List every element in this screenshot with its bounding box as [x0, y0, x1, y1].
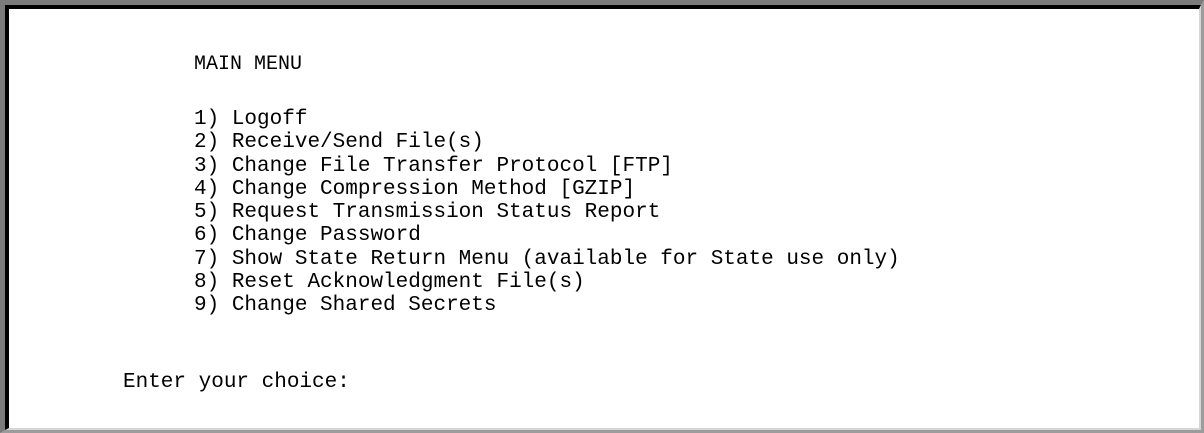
menu-item-number: 5) [194, 201, 220, 225]
menu-item-label: Receive/Send File(s) [231, 131, 484, 155]
choice-prompt: Enter your choice: [123, 371, 374, 394]
menu-item-number: 1) [194, 108, 220, 131]
menu-item-state-return-menu[interactable]: 7) Show State Return Menu (available for… [194, 248, 900, 271]
menu-item-number: 8) [194, 271, 220, 295]
menu-item-label: Change Password [231, 224, 421, 248]
menu-item-number: 3) [194, 154, 220, 178]
menu-item-number: 4) [194, 177, 220, 201]
menu-item-number: 6) [194, 224, 220, 248]
menu-item-number: 9) [194, 294, 220, 318]
menu-item-label: Logoff [231, 108, 308, 131]
menu-item-change-protocol[interactable]: 3) Change File Transfer Protocol [FTP] [194, 155, 900, 178]
menu-list: 1) Logoff 2) Receive/Send File(s) 3) Cha… [194, 108, 900, 318]
menu-item-receive-send-files[interactable]: 2) Receive/Send File(s) [194, 131, 900, 154]
choice-prompt-label: Enter your choice: [123, 371, 350, 394]
terminal-window: MAIN MENU 1) Logoff 2) Receive/Send File… [0, 0, 1204, 433]
menu-item-status-report[interactable]: 5) Request Transmission Status Report [194, 201, 900, 224]
menu-item-label: Reset Acknowledgment File(s) [231, 271, 585, 295]
menu-item-number: 2) [194, 131, 220, 155]
menu-item-logoff[interactable]: 1) Logoff [194, 108, 900, 131]
menu-item-label: Show State Return Menu (available for St… [231, 247, 900, 271]
menu-title: MAIN MENU [194, 53, 303, 76]
choice-input[interactable] [362, 371, 374, 391]
menu-item-change-password[interactable]: 6) Change Password [194, 224, 900, 247]
menu-item-label: Change File Transfer Protocol [FTP] [231, 154, 673, 178]
menu-item-label: Change Compression Method [GZIP] [231, 177, 636, 201]
menu-item-change-compression[interactable]: 4) Change Compression Method [GZIP] [194, 178, 900, 201]
menu-item-label: Change Shared Secrets [231, 294, 497, 318]
menu-item-label: Request Transmission Status Report [231, 201, 661, 225]
menu-item-reset-acknowledgment[interactable]: 8) Reset Acknowledgment File(s) [194, 271, 900, 294]
terminal-screen: MAIN MENU 1) Logoff 2) Receive/Send File… [9, 9, 1199, 428]
menu-item-number: 7) [194, 247, 220, 271]
terminal-bevel: MAIN MENU 1) Logoff 2) Receive/Send File… [5, 5, 1201, 430]
menu-item-shared-secrets[interactable]: 9) Change Shared Secrets [194, 294, 900, 317]
